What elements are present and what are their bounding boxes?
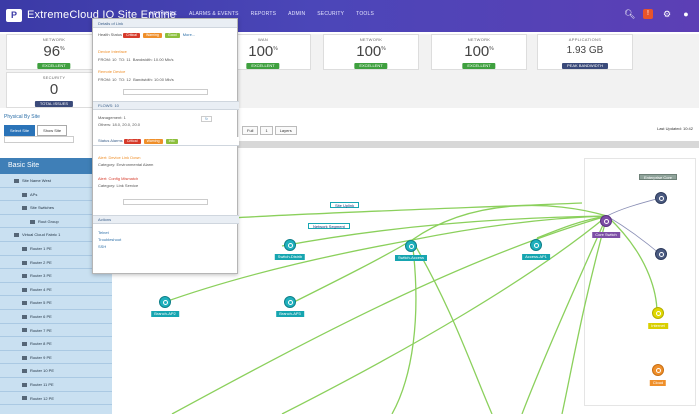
tag-network-segment[interactable]: Network Segment — [308, 223, 350, 229]
metric-badge: EXCELLENT — [462, 63, 496, 69]
action-troubleshoot[interactable]: Troubleshoot — [98, 237, 121, 242]
alarm-pill-info[interactable]: Info — [165, 139, 178, 144]
tag-site-uplink[interactable]: Site Uplink — [330, 202, 360, 208]
pill-critical[interactable]: Critical — [123, 33, 140, 38]
pill-warning[interactable]: Warning — [142, 33, 162, 38]
actions-header: Actions — [93, 215, 239, 224]
metric-value: 100% — [356, 43, 386, 60]
view-details-button[interactable] — [123, 89, 208, 95]
action-ssh[interactable]: SSH — [98, 244, 106, 249]
tag-enterprise-core[interactable]: Enterprise Core — [639, 174, 678, 180]
metric-title: NETWORK — [359, 37, 383, 42]
top-nav: NETWORK ALARMS & EVENTS REPORTS ADMIN SE… — [150, 11, 374, 17]
mgmt-text: Management: 1 — [98, 115, 126, 120]
metric-title: NETWORK — [467, 37, 491, 42]
metric-value: 1.93 GB — [566, 45, 604, 56]
tree-item[interactable]: Router 10 PE — [0, 364, 112, 378]
app-logo: P — [6, 9, 22, 22]
metric-badge: TOTAL ISSUES — [34, 101, 74, 107]
metric-title: APPLICATIONS — [568, 37, 602, 42]
tree-item[interactable]: Router 7 PE — [0, 324, 112, 338]
pill-good[interactable]: Good — [165, 33, 180, 38]
alarm-2-sub: Category: Link Service — [98, 183, 139, 188]
user-icon[interactable]: ● — [681, 9, 691, 19]
status-alarms-header: Status Alarms Critical Warning Info — [93, 137, 239, 146]
flows-header: FLOWS: 10 — [93, 101, 239, 110]
metric-badge: EXCELLENT — [246, 63, 280, 69]
node-cloud[interactable] — [652, 364, 664, 376]
panel-title: Details of Link — [93, 19, 237, 28]
action-telnet[interactable]: Telnet — [98, 230, 109, 235]
nav-item-admin[interactable]: ADMIN — [288, 11, 305, 17]
nav-item-tools[interactable]: TOOLS — [356, 11, 374, 17]
health-label: Health Status — [98, 32, 123, 37]
node-access-ap1[interactable] — [530, 239, 542, 251]
tree-item[interactable]: Router 9 PE — [0, 351, 112, 365]
metric-value: 96% — [43, 43, 65, 60]
node-label: Core Switch — [592, 232, 620, 238]
view-alarms-button[interactable] — [123, 199, 208, 205]
alarm-pill-critical[interactable]: Critical — [123, 139, 141, 144]
node-label: Internet — [648, 323, 668, 329]
metric-card-applications[interactable]: APPLICATIONS 1.93 GB PEAK BANDWIDTH — [537, 34, 633, 70]
more-link[interactable]: More... — [183, 32, 195, 37]
metric-card-network-3[interactable]: NETWORK 100% EXCELLENT — [431, 34, 527, 70]
metric-value: 100% — [464, 43, 494, 60]
alarm-1-text[interactable]: Alert: Device Link Down — [98, 155, 140, 160]
nav-item-network[interactable]: NETWORK — [150, 11, 177, 17]
node-core-switch[interactable] — [600, 215, 612, 227]
mgmt-sub-text: Others: 18.0, 20.0, 20.0 — [98, 122, 141, 127]
refresh-button[interactable]: ↻ — [201, 116, 212, 122]
alarm-1-sub: Category: Environmental Alarm — [98, 162, 154, 167]
node-label: Access-AP1 — [522, 254, 550, 260]
node-switch-a5[interactable] — [655, 248, 667, 260]
tree-item[interactable]: Router 6 PE — [0, 310, 112, 324]
metric-card-network[interactable]: NETWORK 96% EXCELLENT — [6, 34, 102, 70]
metric-badge: EXCELLENT — [37, 63, 71, 69]
node-switch-a4[interactable] — [655, 192, 667, 204]
nav-item-security[interactable]: SECURITY — [317, 11, 344, 17]
metric-value: 0 — [49, 81, 59, 98]
node-label: Branch-AP2 — [151, 311, 179, 317]
metric-card-security[interactable]: SECURITY 0 TOTAL ISSUES — [6, 72, 102, 108]
node-internet[interactable] — [652, 307, 664, 319]
local-label: Device Interface — [98, 49, 127, 54]
alarm-pill-warning[interactable]: Warning — [143, 139, 163, 144]
sidebar-title: Physical By Site — [4, 114, 40, 120]
sidebar-search-input[interactable] — [4, 136, 74, 143]
tree-item[interactable]: Router 8 PE — [0, 337, 112, 351]
metric-title: SECURITY — [42, 75, 66, 80]
node-label: Switch-Access — [394, 255, 428, 261]
node-label: Branch-AP3 — [276, 311, 304, 317]
node-switch-access[interactable] — [405, 240, 417, 252]
tab-select-site[interactable]: Select Site — [4, 125, 36, 136]
node-label: Switch-Distrib — [274, 254, 306, 260]
remote-label: Remote Device — [98, 69, 126, 74]
node-branch-ap3[interactable] — [284, 296, 296, 308]
warning-icon[interactable]: ! — [643, 9, 653, 19]
tree-item[interactable]: Router 4 PE — [0, 283, 112, 297]
metric-badge: PEAK BANDWIDTH — [561, 63, 609, 69]
link-details-panel: Details of Link Health Status Critical W… — [92, 18, 239, 274]
node-label: Cloud — [649, 380, 667, 386]
alarm-2-text[interactable]: Alert: Config Mismatch — [98, 176, 138, 181]
node-switch-distrib[interactable] — [284, 239, 296, 251]
search-icon[interactable]: 🔍︎ — [624, 9, 635, 19]
tree-item[interactable]: Router 12 PE — [0, 392, 112, 406]
tree-item[interactable]: Router 11 PE — [0, 378, 112, 392]
metric-title: NETWORK — [42, 37, 66, 42]
tree-item[interactable]: Router 5 PE — [0, 296, 112, 310]
tab-show-site[interactable]: Show Site — [37, 125, 68, 136]
metric-badge: EXCELLENT — [354, 63, 388, 69]
node-branch-ap2[interactable] — [159, 296, 171, 308]
nav-item-alarms[interactable]: ALARMS & EVENTS — [189, 11, 239, 17]
metric-card-network-2[interactable]: NETWORK 100% EXCELLENT — [323, 34, 419, 70]
nav-item-reports[interactable]: REPORTS — [251, 11, 276, 17]
settings-icon[interactable]: ⚙ — [662, 9, 672, 19]
